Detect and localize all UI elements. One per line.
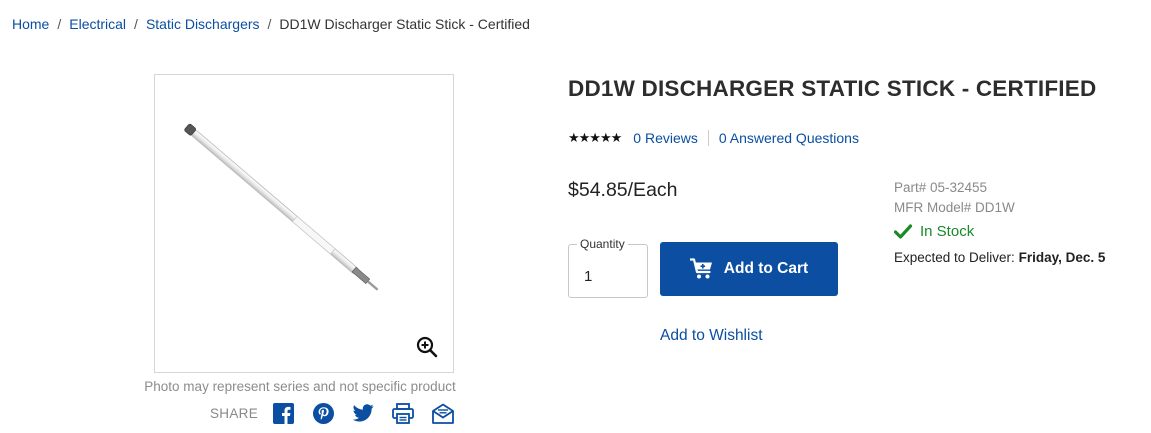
product-price: $54.85/Each — [568, 179, 678, 201]
add-to-cart-label: Add to Cart — [723, 260, 809, 277]
deliver-date: Friday, Dec. 5 — [1018, 250, 1106, 265]
share-label: SHARE — [210, 405, 259, 421]
deliver-label: Expected to Deliver: — [894, 250, 1015, 265]
share-bar: SHARE — [210, 402, 472, 424]
email-icon[interactable] — [432, 402, 454, 424]
breadcrumb-electrical-link[interactable]: Electrical — [69, 16, 126, 32]
delivery-estimate: Expected to Deliver: Friday, Dec. 5 — [894, 250, 1105, 265]
photo-disclaimer: Photo may represent series and not speci… — [144, 379, 456, 394]
breadcrumb-separator: / — [134, 16, 138, 32]
static-stick-image — [184, 123, 379, 291]
check-icon — [894, 224, 912, 239]
zoom-in-icon[interactable] — [415, 335, 439, 359]
rating-row: ★★★★★ 0 Reviews 0 Answered Questions — [568, 130, 859, 146]
breadcrumb-current: DD1W Discharger Static Stick - Certified — [279, 16, 530, 32]
mfr-model: MFR Model# DD1W — [894, 200, 1015, 215]
breadcrumb-separator: / — [267, 16, 272, 32]
star-rating: ★★★★★ — [568, 130, 622, 145]
stock-status: In Stock — [894, 223, 974, 240]
breadcrumb-static-dischargers-link[interactable]: Static Dischargers — [146, 16, 260, 32]
facebook-icon[interactable] — [272, 402, 294, 424]
quantity-field[interactable]: Quantity — [568, 237, 648, 298]
stock-label: In Stock — [920, 223, 975, 240]
product-title: DD1W DISCHARGER STATIC STICK - CERTIFIED — [568, 76, 1097, 101]
breadcrumb-home-link[interactable]: Home — [12, 16, 49, 32]
cart-icon — [689, 258, 714, 280]
twitter-icon[interactable] — [352, 402, 374, 424]
part-info: Part# 05-32455 MFR Model# DD1W — [894, 178, 1015, 218]
part-number: Part# 05-32455 — [894, 180, 988, 195]
divider — [707, 130, 709, 146]
breadcrumb: Home / Electrical / Static Dischargers /… — [12, 16, 530, 32]
print-icon[interactable] — [392, 402, 414, 424]
add-to-wishlist-link[interactable]: Add to Wishlist — [660, 327, 763, 345]
reviews-link[interactable]: 0 Reviews — [633, 130, 698, 146]
quantity-input[interactable] — [570, 261, 640, 291]
quantity-label: Quantity — [577, 237, 628, 251]
add-to-cart-button[interactable]: Add to Cart — [660, 242, 838, 296]
breadcrumb-separator: / — [57, 16, 62, 32]
answered-questions-link[interactable]: 0 Answered Questions — [719, 130, 859, 146]
product-image[interactable] — [154, 74, 454, 373]
pinterest-icon[interactable] — [312, 402, 334, 424]
